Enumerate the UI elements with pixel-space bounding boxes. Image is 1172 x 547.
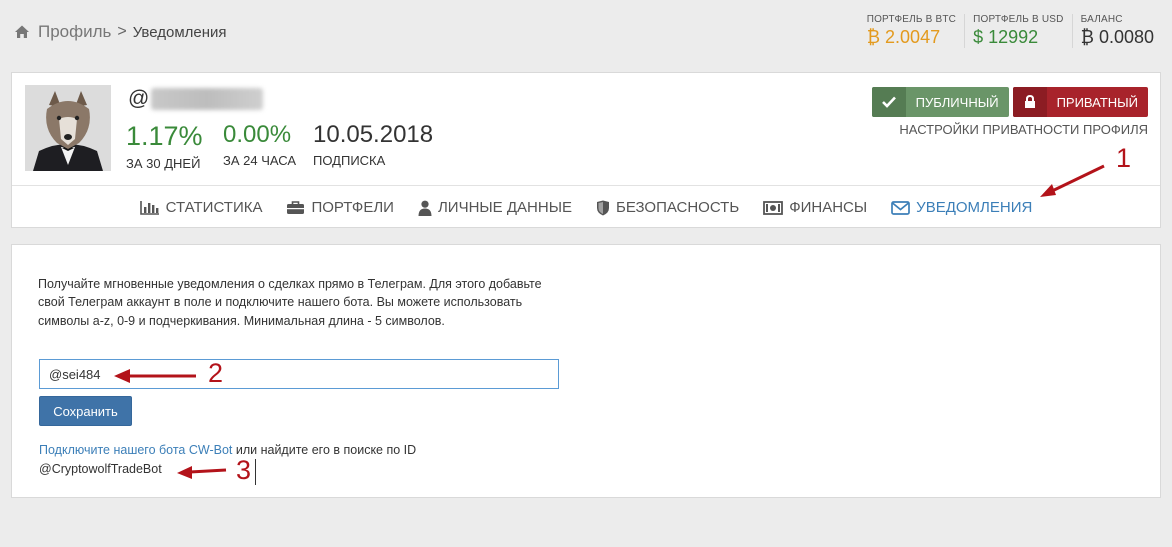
envelope-icon: [891, 200, 911, 215]
username-at: @: [128, 87, 150, 110]
tab-security[interactable]: БЕЗОПАСНОСТЬ: [596, 199, 739, 216]
annotation-2: 2: [208, 358, 224, 388]
breadcrumb-current: Уведомления: [132, 23, 227, 41]
metric-caption: ЗА 24 ЧАСА: [223, 153, 297, 168]
save-button[interactable]: Сохранить: [39, 396, 132, 426]
profile-tabs: СТАТИСТИКА ПОРТФЕЛИ ЛИЧНЫЕ ДАННЫЕ БЕЗОПА…: [12, 185, 1160, 229]
tab-label: СТАТИСТИКА: [165, 199, 263, 216]
breadcrumb-profile[interactable]: Профиль: [38, 22, 111, 42]
home-icon[interactable]: [14, 24, 30, 40]
privacy-buttons: ПУБЛИЧНЫЙ ПРИВАТНЫЙ: [871, 87, 1148, 117]
portfolio-stats: ПОРТФЕЛЬ В BTC ₿ 2.0047 ПОРТФЕЛЬ В USD $…: [859, 14, 1162, 48]
metric-caption: ЗА 30 ДНЕЙ: [126, 156, 201, 171]
dollar-icon: $: [973, 27, 984, 47]
profile-card: @ 1.17% ЗА 30 ДНЕЙ 0.00% ЗА 24 ЧАСА 10.0…: [11, 72, 1161, 228]
stat-value: 0.0080: [1098, 27, 1154, 47]
stat-portfolio-usd: ПОРТФЕЛЬ В USD $ 12992: [964, 14, 1072, 48]
tab-portfolios[interactable]: ПОРТФЕЛИ: [286, 199, 394, 216]
username: @: [128, 87, 264, 111]
metric-30-days: 1.17% ЗА 30 ДНЕЙ: [126, 121, 203, 171]
bot-info-text: или найдите его в поиске по ID: [232, 443, 417, 457]
stat-value: 2.0047: [885, 27, 941, 47]
stat-value: 12992: [988, 27, 1039, 47]
bar-chart-icon: [139, 201, 159, 215]
stat-label: ПОРТФЕЛЬ В USD: [973, 14, 1064, 25]
metric-value: 10.05.2018: [313, 121, 434, 148]
bitcoin-icon: ₿: [866, 27, 881, 47]
breadcrumb-separator: >: [117, 23, 127, 40]
connect-bot-link[interactable]: Подключите нашего бота CW-Bot: [39, 443, 232, 457]
bot-info-line: Подключите нашего бота CW-Bot или найдит…: [39, 443, 416, 457]
stat-balance: БАЛАНС ₿ 0.0080: [1071, 14, 1162, 48]
stat-portfolio-btc: ПОРТФЕЛЬ В BTC ₿ 2.0047: [859, 14, 964, 48]
annotation-1: 1: [1116, 143, 1132, 173]
privacy-caption: НАСТРОЙКИ ПРИВАТНОСТИ ПРОФИЛЯ: [899, 122, 1148, 137]
tab-label: УВЕДОМЛЕНИЯ: [916, 199, 1033, 216]
tab-label: ФИНАНСЫ: [789, 199, 868, 216]
lock-icon: [1012, 87, 1047, 117]
private-button-label: ПРИВАТНЫЙ: [1056, 94, 1138, 110]
stat-label: ПОРТФЕЛЬ В BTC: [866, 14, 957, 25]
annotation-3: 3: [236, 455, 252, 485]
metric-subscription: 10.05.2018 ПОДПИСКА: [313, 121, 433, 168]
username-blurred: [151, 88, 264, 110]
tab-label: ЛИЧНЫЕ ДАННЫЕ: [437, 199, 572, 216]
bot-id: @CryptowolfTradeBot: [39, 462, 162, 476]
user-icon: [418, 200, 432, 216]
text-cursor: [255, 459, 256, 485]
tab-personal-data[interactable]: ЛИЧНЫЕ ДАННЫЕ: [418, 199, 572, 216]
tab-statistics[interactable]: СТАТИСТИКА: [139, 199, 263, 216]
check-icon: [871, 87, 906, 117]
bitcoin-icon: ₿: [1080, 27, 1094, 47]
telegram-username-input[interactable]: [39, 359, 559, 389]
tab-finances[interactable]: ФИНАНСЫ: [763, 199, 867, 216]
notifications-card: Получайте мгновенные уведомления о сделк…: [11, 244, 1161, 498]
shield-icon: [596, 200, 609, 215]
tab-label: ПОРТФЕЛИ: [311, 199, 394, 216]
tab-notifications[interactable]: УВЕДОМЛЕНИЯ: [891, 199, 1032, 216]
wolf-avatar-image: [25, 85, 111, 171]
notifications-description: Получайте мгновенные уведомления о сделк…: [38, 277, 542, 328]
metric-caption: ПОДПИСКА: [313, 153, 386, 168]
money-icon: [763, 200, 784, 215]
metric-value: 0.00%: [223, 121, 292, 148]
top-bar: Профиль > Уведомления ПОРТФЕЛЬ В BTC ₿ 2…: [0, 0, 1172, 68]
public-button-label: ПУБЛИЧНЫЙ: [915, 94, 999, 110]
breadcrumb: Профиль > Уведомления: [14, 22, 227, 42]
tab-label: БЕЗОПАСНОСТЬ: [615, 199, 740, 216]
metric-24-hours: 0.00% ЗА 24 ЧАСА: [223, 121, 296, 168]
public-button[interactable]: ПУБЛИЧНЫЙ: [871, 87, 1009, 117]
stat-label: БАЛАНС: [1080, 14, 1123, 25]
briefcase-icon: [287, 201, 305, 214]
avatar: [25, 85, 111, 171]
metric-value: 1.17%: [126, 121, 203, 151]
private-button[interactable]: ПРИВАТНЫЙ: [1012, 87, 1148, 117]
